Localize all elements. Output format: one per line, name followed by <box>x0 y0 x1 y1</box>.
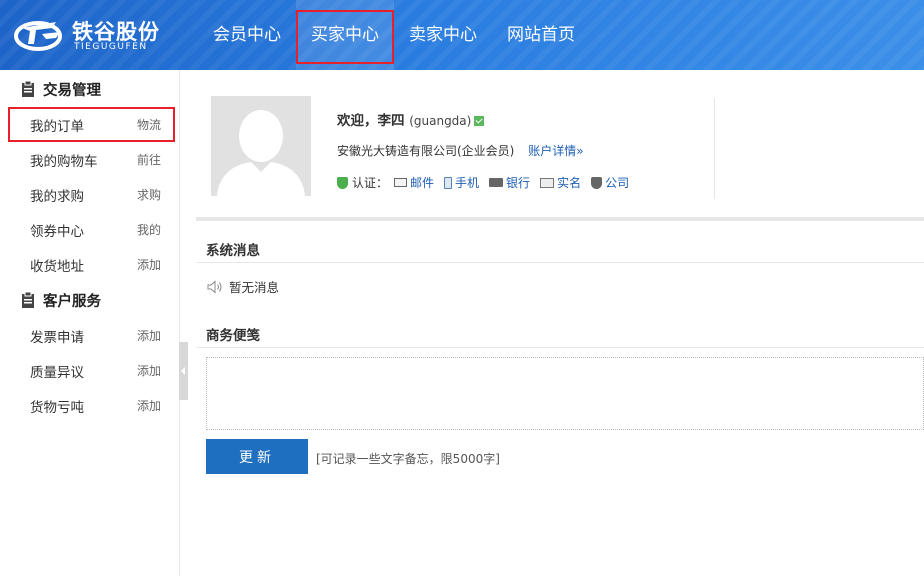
auth-bank[interactable]: 银行 <box>489 174 530 191</box>
sidebar-item-shortcut[interactable]: 求购 <box>137 186 161 203</box>
sidebar-item-label: 我的购物车 <box>30 153 98 170</box>
sidebar-item-shortcut[interactable]: 添加 <box>137 397 161 414</box>
sidebar-item-shortcut[interactable]: 我的 <box>137 221 161 238</box>
profile-card: 欢迎，李四 (guangda) 安徽光大铸造有限公司(企业会员) 账户详情» 认… <box>196 96 924 204</box>
logo-subtext: TIEGUGUFEN <box>74 42 148 52</box>
divider <box>196 347 924 348</box>
sidebar-item-label: 领券中心 <box>30 223 84 240</box>
welcome-name: 欢迎，李四 <box>337 113 405 129</box>
sidebar-item-shortcut[interactable]: 添加 <box>137 256 161 273</box>
auth-bank-label: 银行 <box>506 176 531 190</box>
avatar[interactable] <box>211 96 311 196</box>
auth-company[interactable]: 公司 <box>591 174 629 191</box>
user-avatar-icon <box>211 96 311 196</box>
username: (guangda) <box>409 114 472 128</box>
nav-buyer-center[interactable]: 买家中心 <box>296 0 394 70</box>
profile-divider <box>714 98 715 199</box>
clipboard-icon <box>22 292 34 308</box>
auth-email-label: 邮件 <box>410 176 435 190</box>
auth-phone-label: 手机 <box>455 176 480 190</box>
sidebar-item-my-cart[interactable]: 我的购物车 前往 <box>0 142 179 177</box>
memo-hint: [可记录一些文字备忘，限5000字] <box>316 452 500 466</box>
auth-company-label: 公司 <box>605 176 630 190</box>
welcome-text: 欢迎，李四 (guangda) <box>337 109 485 129</box>
business-memo-title: 商务便笺 <box>206 328 260 344</box>
company-line: 安徽光大铸造有限公司(企业会员) 账户详情» <box>337 142 584 159</box>
sidebar-item-my-orders[interactable]: 我的订单 物流 <box>0 107 179 142</box>
sidebar-item-label: 我的求购 <box>30 188 84 205</box>
nav-seller-center[interactable]: 卖家中心 <box>394 0 492 70</box>
main-nav: 会员中心 买家中心 卖家中心 网站首页 <box>198 0 590 70</box>
system-messages-title: 系统消息 <box>206 243 260 259</box>
sidebar-item-shipping-address[interactable]: 收货地址 添加 <box>0 247 179 282</box>
mail-icon <box>394 178 408 187</box>
id-card-icon <box>540 177 555 188</box>
empty-message-text: 暂无消息 <box>229 280 280 295</box>
sidebar-item-invoice[interactable]: 发票申请 添加 <box>0 318 179 353</box>
clipboard-icon <box>22 81 34 97</box>
company-badge-icon <box>591 176 603 189</box>
system-messages-empty: 暂无消息 <box>207 277 279 296</box>
sidebar-item-shortcut[interactable]: 添加 <box>137 327 161 344</box>
auth-phone[interactable]: 手机 <box>444 174 479 191</box>
section-separator <box>196 217 924 221</box>
sidebar-section-service: 客户服务 <box>0 282 179 318</box>
account-details-link[interactable]: 账户详情» <box>528 144 583 158</box>
sidebar-item-quality-objection[interactable]: 质量异议 添加 <box>0 353 179 388</box>
top-header: 铁谷股份 TIEGUGUFEN 会员中心 买家中心 卖家中心 网站首页 <box>0 0 924 70</box>
sidebar-item-my-requests[interactable]: 我的求购 求购 <box>0 177 179 212</box>
sidebar-section-title: 交易管理 <box>43 82 101 99</box>
auth-realname[interactable]: 实名 <box>540 174 581 191</box>
auth-realname-label: 实名 <box>557 176 582 190</box>
sidebar-item-coupon-center[interactable]: 领券中心 我的 <box>0 212 179 247</box>
sidebar-item-label: 我的订单 <box>30 118 84 135</box>
sidebar-section-trade: 交易管理 <box>0 71 179 107</box>
sidebar-item-shortcut[interactable]: 添加 <box>137 362 161 379</box>
auth-label: 认证： <box>352 176 389 190</box>
sidebar-item-shortcut[interactable]: 前往 <box>137 151 161 168</box>
verified-check-icon <box>474 116 485 126</box>
sidebar-item-shortcut[interactable]: 物流 <box>137 116 161 133</box>
sidebar-item-weight-shortage[interactable]: 货物亏吨 添加 <box>0 388 179 423</box>
phone-icon <box>444 176 453 189</box>
bank-card-icon <box>489 178 504 187</box>
sidebar: 交易管理 我的订单 物流 我的购物车 前往 我的求购 求购 领券中心 我的 收货… <box>0 70 180 576</box>
logo-mark-icon <box>14 21 62 51</box>
update-button[interactable]: 更新 <box>206 439 308 474</box>
auth-status-line: 认证： 邮件 手机 银行 实名 公司 <box>337 174 639 191</box>
sidebar-collapse-handle[interactable] <box>179 342 188 400</box>
divider <box>196 262 924 263</box>
nav-member-center[interactable]: 会员中心 <box>198 0 296 70</box>
shield-check-icon <box>337 176 348 189</box>
site-logo[interactable]: 铁谷股份 TIEGUGUFEN <box>12 10 162 58</box>
sidebar-section-title: 客户服务 <box>43 293 101 310</box>
memo-textarea[interactable] <box>206 357 924 430</box>
speaker-icon <box>207 279 222 294</box>
nav-site-home[interactable]: 网站首页 <box>492 0 590 70</box>
sidebar-item-label: 发票申请 <box>30 329 84 346</box>
auth-email[interactable]: 邮件 <box>394 174 434 191</box>
sidebar-item-label: 收货地址 <box>30 258 84 275</box>
sidebar-item-label: 货物亏吨 <box>30 399 84 416</box>
sidebar-item-label: 质量异议 <box>30 364 84 381</box>
company-name: 安徽光大铸造有限公司(企业会员) <box>337 144 515 158</box>
